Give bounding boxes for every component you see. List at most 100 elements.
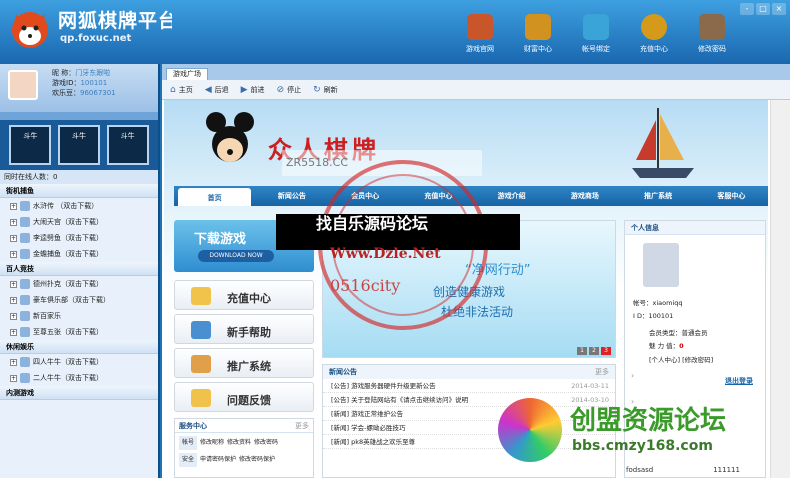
id-label: I D： <box>633 312 649 320</box>
game-thumb[interactable]: 斗牛 <box>9 125 52 165</box>
news-text: [新闻] 游戏正常维护公告 <box>331 410 404 418</box>
game-icon <box>20 357 30 367</box>
expand-icon[interactable]: + <box>10 280 17 288</box>
site-nav-item[interactable]: 推广系统 <box>622 186 695 206</box>
account-label: 帐号： <box>633 299 653 307</box>
personal-info-title: 个人信息 <box>625 221 765 235</box>
back-button[interactable]: ◀ 后退 <box>205 85 229 95</box>
game-category[interactable]: 内测游戏 <box>0 386 158 400</box>
game-item[interactable]: + 大闹天宫（双击下载） <box>0 214 158 230</box>
forward-button[interactable]: ▶ 前进 <box>241 85 265 95</box>
game-icon <box>20 373 30 383</box>
expand-icon[interactable]: + <box>10 374 17 382</box>
menu-newbie-help[interactable]: 新手帮助 <box>174 314 314 344</box>
service-link[interactable]: 申请密码保护 <box>200 453 236 467</box>
game-item-label: 豪车俱乐部（双击下载） <box>33 296 110 304</box>
game-item[interactable]: + 新百家乐 <box>0 308 158 324</box>
game-thumb[interactable]: 斗牛 <box>57 125 100 165</box>
site-nav-item[interactable]: 游戏商场 <box>548 186 621 206</box>
topnav-label: 充值中心 <box>640 45 668 53</box>
menu-recharge[interactable]: 充值中心 <box>174 280 314 310</box>
download-title: 下载游戏 <box>194 232 247 247</box>
game-item[interactable]: + 二人牛牛（双击下载） <box>0 370 158 386</box>
game-item[interactable]: + 李逵劈鱼（双击下载） <box>0 230 158 246</box>
game-thumbnails: 斗牛 斗牛 斗牛 <box>0 120 158 170</box>
home-button[interactable]: ⌂ 主页 <box>170 85 193 95</box>
game-item[interactable]: + 水浒传 （双击下载） <box>0 198 158 214</box>
maximize-button[interactable]: □ <box>756 3 770 15</box>
account-value: xiaomiqq <box>652 299 683 307</box>
fox-logo-icon <box>12 12 48 48</box>
expand-icon[interactable]: + <box>10 328 17 336</box>
topnav-wealth-center[interactable]: 财富中心 <box>512 14 564 54</box>
download-now-button[interactable]: DOWNLOAD NOW <box>198 250 274 262</box>
game-list: 街机捕鱼 + 水浒传 （双击下载） + 大闹天宫（双击下载） + 李逵劈鱼（双击下载） + 金蟾… <box>0 184 158 400</box>
game-item-label: 至尊五张（双击下载） <box>33 328 103 336</box>
stop-button[interactable]: ⊘ 停止 <box>277 85 302 95</box>
promotion-icon <box>191 355 211 373</box>
watermark-forum-name: 找自乐源码论坛 <box>316 214 429 233</box>
menu-label: 新手帮助 <box>227 326 271 339</box>
topnav-official-site[interactable]: 游戏官网 <box>454 14 506 54</box>
expand-icon[interactable]: + <box>10 358 17 366</box>
game-item[interactable]: + 至尊五张（双击下载） <box>0 324 158 340</box>
game-item-label: 二人牛牛（双击下载） <box>33 374 103 382</box>
game-icon <box>20 295 30 305</box>
close-button[interactable]: × <box>772 3 786 15</box>
topnav-recharge[interactable]: 充值中心 <box>628 14 680 54</box>
game-item-label: 金蟾捕鱼（双击下载） <box>33 250 103 258</box>
site-nav-item[interactable]: 新闻公告 <box>255 186 328 206</box>
game-item[interactable]: + 德州扑克（双击下载） <box>0 276 158 292</box>
service-link[interactable]: 修改资料 <box>227 436 251 450</box>
charm-line: 魅 力 值：0 <box>649 340 684 350</box>
service-link[interactable]: 修改昵称 <box>200 436 224 450</box>
id-line: I D：100101 <box>633 310 673 320</box>
menu-feedback[interactable]: 问题反馈 <box>174 382 314 412</box>
expand-icon[interactable]: + <box>10 296 17 304</box>
news-more-link[interactable]: 更多 <box>595 365 609 379</box>
expand-icon[interactable]: + <box>10 202 17 210</box>
game-item[interactable]: + 豪车俱乐部（双击下载） <box>0 292 158 308</box>
avatar[interactable] <box>8 70 38 100</box>
personal-links[interactable]: [个人中心] [修改密码] <box>649 354 713 364</box>
browser-toolbar: ⌂ 主页 ◀ 后退 ▶ 前进 ⊘ 停止 ↻ 刷新 <box>162 80 790 100</box>
banner-page[interactable]: 3 <box>601 347 611 355</box>
topnav-account-bind[interactable]: 帐号绑定 <box>570 14 622 54</box>
expand-icon[interactable]: + <box>10 234 17 242</box>
expand-icon[interactable]: + <box>10 218 17 226</box>
expand-icon[interactable]: + <box>10 312 17 320</box>
banner-page[interactable]: 1 <box>577 347 587 355</box>
game-item[interactable]: + 四人牛牛（双击下载） <box>0 354 158 370</box>
menu-promotion[interactable]: 推广系统 <box>174 348 314 378</box>
service-more-link[interactable]: 更多 <box>295 419 309 432</box>
game-item[interactable]: + 金蟾捕鱼（双击下载） <box>0 246 158 262</box>
minimize-button[interactable]: - <box>740 3 754 15</box>
banner-page[interactable]: 2 <box>589 347 599 355</box>
game-category[interactable]: 百人竞技 <box>0 262 158 276</box>
id-value: 100101 <box>648 312 674 320</box>
logout-link[interactable]: 退出登录 <box>725 376 753 386</box>
service-tag: 帐号 <box>179 436 198 450</box>
game-category[interactable]: 休闲娱乐 <box>0 340 158 354</box>
site-nav-item[interactable]: 游戏介绍 <box>475 186 548 206</box>
expand-icon[interactable]: + <box>10 250 17 258</box>
watermark-cm-title: 创盟资源论坛 <box>570 406 727 436</box>
game-thumb[interactable]: 斗牛 <box>106 125 149 165</box>
news-text: [新闻] 学会-螺呦必胜技巧 <box>331 424 406 432</box>
app-url: qp.foxuc.net <box>60 33 132 44</box>
site-nav-item[interactable]: 首页 <box>178 188 252 206</box>
service-link[interactable]: 修改密码 <box>254 436 278 450</box>
game-icon <box>20 233 30 243</box>
game-category[interactable]: 街机捕鱼 <box>0 184 158 198</box>
watermark-url: Www.Dzle.Net <box>330 246 441 262</box>
topnav-change-password[interactable]: 修改密码 <box>686 14 738 54</box>
refresh-button[interactable]: ↻ 刷新 <box>313 85 338 95</box>
member-type-value: 普通会员 <box>681 329 708 337</box>
site-nav-item[interactable]: 客服中心 <box>695 186 768 206</box>
password-icon <box>699 14 725 40</box>
window-controls: - □ × <box>740 3 786 15</box>
recharge-icon <box>191 287 211 305</box>
news-row[interactable]: [公告] 游戏服务器硬件升级更新公告 2014-03-11 <box>323 379 615 393</box>
tab-game-plaza[interactable]: 游戏广场 <box>166 68 208 80</box>
service-link[interactable]: 修改密码保护 <box>239 453 275 467</box>
